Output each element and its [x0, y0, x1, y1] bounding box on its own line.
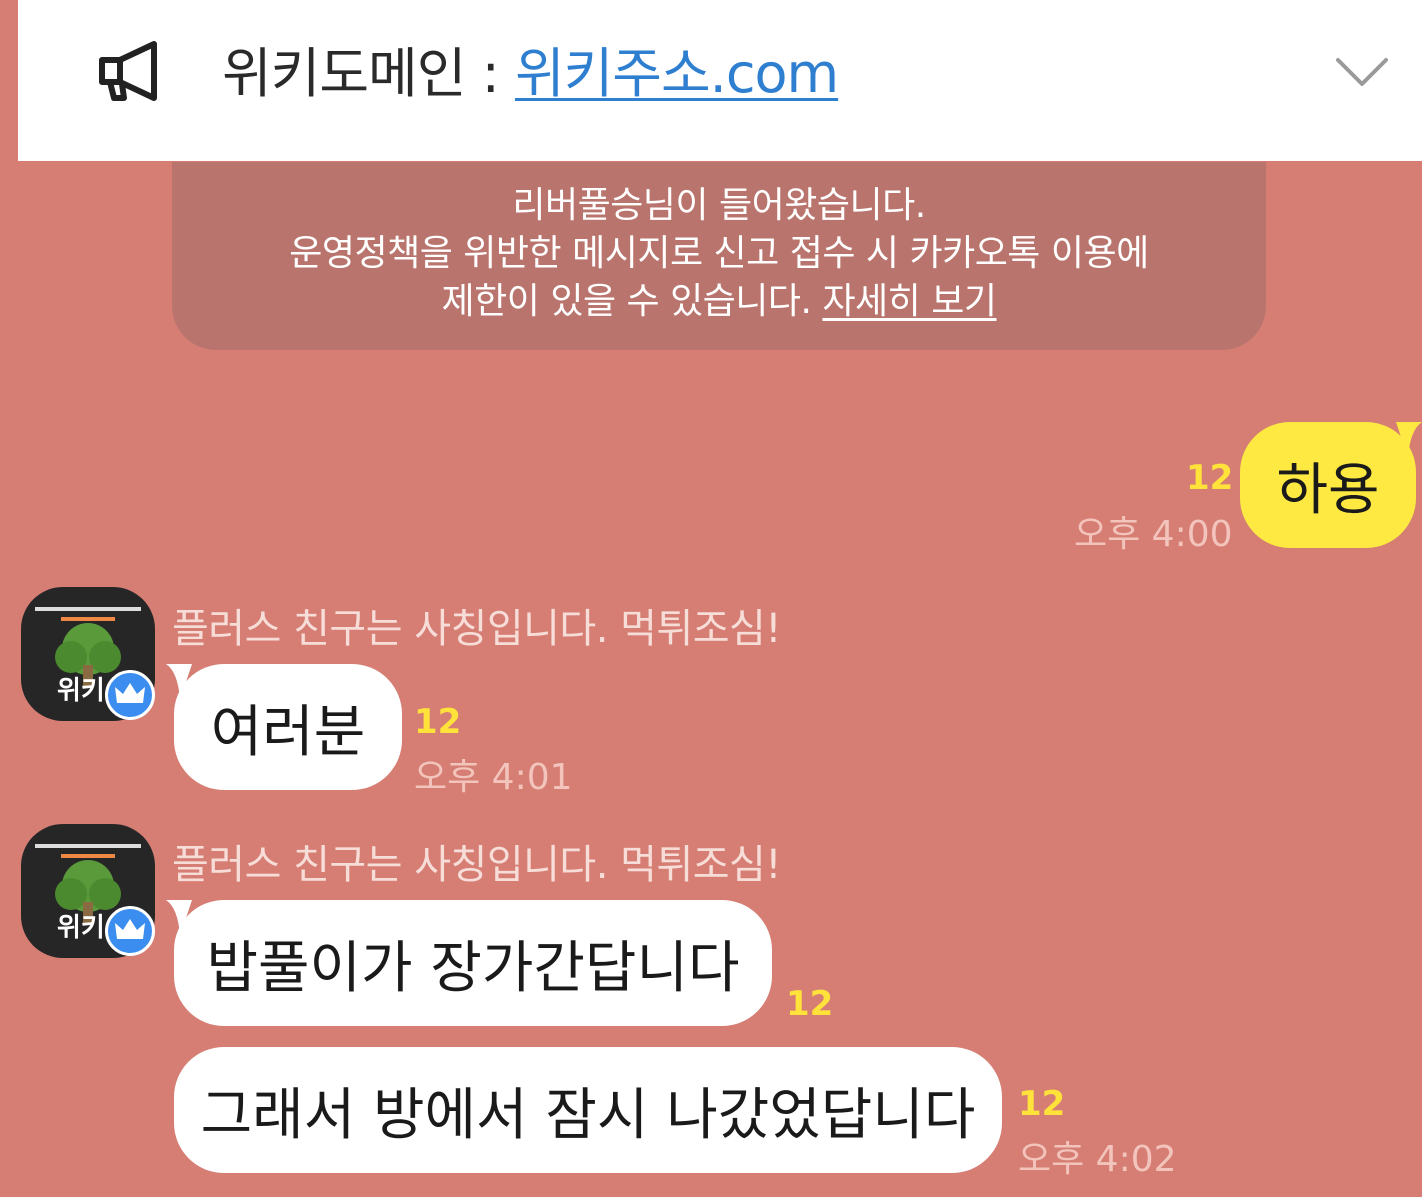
unread-count: 12 — [1186, 458, 1234, 498]
notice-link[interactable]: 위키주소.com — [515, 42, 839, 105]
other-message-bubble[interactable]: 밥풀이가 장가간답니다 — [174, 900, 772, 1026]
bubble-tail — [1396, 422, 1422, 458]
crown-badge — [105, 906, 155, 956]
crown-badge — [105, 670, 155, 720]
my-message-bubble[interactable]: 하용 — [1240, 422, 1416, 548]
crown-icon — [115, 683, 145, 703]
message-text: 밥풀이가 장가간답니다 — [206, 935, 740, 1001]
message-text: 하용 — [1276, 457, 1380, 523]
detail-link[interactable]: 자세히 보기 — [822, 281, 997, 322]
system-line-3: 제한이 있을 수 있습니다. 자세히 보기 — [172, 278, 1266, 326]
system-line-2: 운영정책을 위반한 메시지로 신고 접수 시 카카오톡 이용에 — [289, 233, 1149, 274]
system-line-1: 리버풀승님이 들어왔습니다. — [512, 185, 926, 226]
message-time: 오후 4:01 — [414, 757, 573, 798]
unread-count: 12 — [786, 984, 834, 1024]
svg-text:위키: 위키 — [57, 676, 105, 706]
other-message-bubble[interactable]: 그래서 방에서 잠시 나갔었답니다 — [174, 1047, 1002, 1173]
system-line-3-text: 제한이 있을 수 있습니다. — [441, 281, 823, 322]
sender-name: 플러스 친구는 사칭입니다. 먹튀조심! — [172, 606, 781, 652]
system-message: 리버풀승님이 들어왔습니다. 운영정책을 위반한 메시지로 신고 접수 시 카카… — [172, 162, 1266, 350]
notice-text: 위키도메인 : 위키주소.com — [222, 36, 839, 112]
unread-count: 12 — [414, 702, 462, 742]
svg-text:위키: 위키 — [57, 913, 105, 943]
crown-icon — [115, 919, 145, 939]
bubble-tail — [166, 664, 192, 700]
megaphone-icon — [99, 41, 157, 101]
other-message-bubble[interactable]: 여러분 — [174, 664, 402, 790]
chevron-down-icon[interactable] — [1334, 54, 1390, 90]
notice-bar[interactable]: 위키도메인 : 위키주소.com — [18, 0, 1422, 161]
message-text: 여러분 — [210, 699, 366, 765]
bubble-tail — [166, 900, 192, 936]
notice-prefix: 위키도메인 : — [222, 42, 515, 105]
message-time: 오후 4:00 — [1074, 514, 1233, 555]
sender-name: 플러스 친구는 사칭입니다. 먹튀조심! — [172, 842, 781, 888]
unread-count: 12 — [1018, 1084, 1066, 1124]
message-text: 그래서 방에서 잠시 나갔었답니다 — [200, 1082, 976, 1148]
message-time: 오후 4:02 — [1018, 1139, 1177, 1180]
